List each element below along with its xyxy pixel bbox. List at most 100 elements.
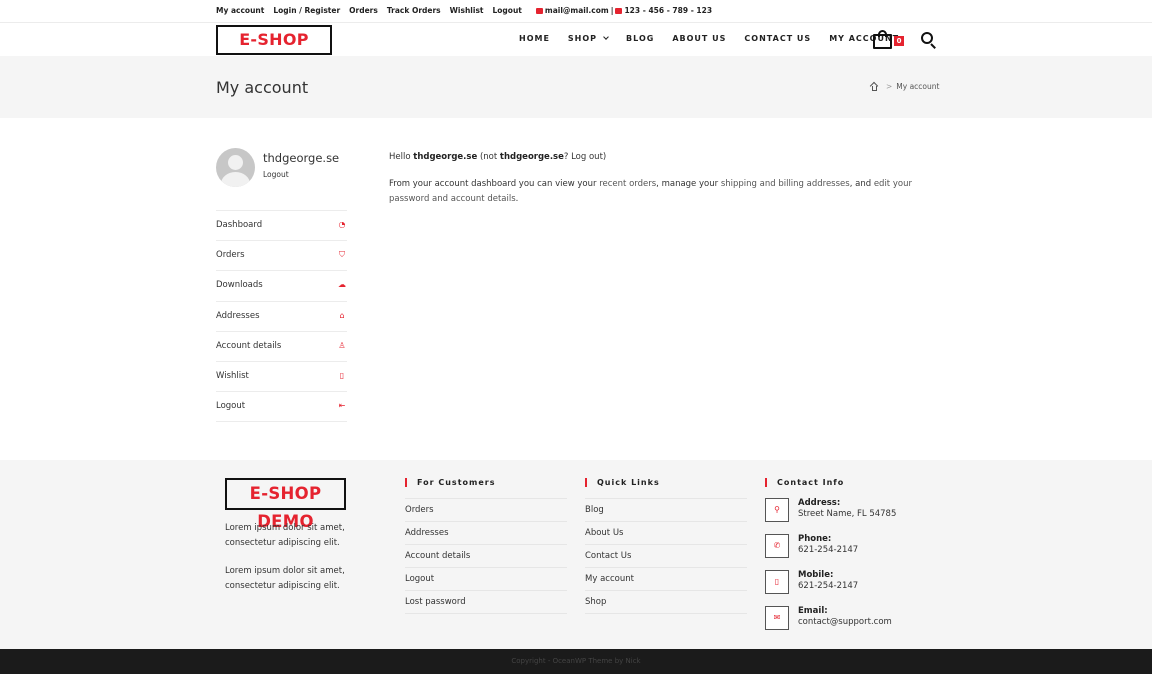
dashboard-text-4: . xyxy=(515,194,519,204)
contact-label: Email: xyxy=(798,606,828,616)
top-link-my-account[interactable]: My account xyxy=(216,6,264,15)
account-nav-dashboard[interactable]: Dashboard ◔ xyxy=(216,211,347,242)
nav-home[interactable]: HOME xyxy=(519,34,550,43)
top-email[interactable]: mail@mail.com xyxy=(545,6,609,15)
footer-link-about-us[interactable]: About Us xyxy=(585,522,747,545)
account-nav-label: Account details xyxy=(216,340,282,351)
contact-value: 621-254-2147 xyxy=(798,545,859,555)
phone-icon: ✆ xyxy=(765,534,789,558)
footer-text-1: Lorem ipsum dolor sit amet, consectetur … xyxy=(225,523,345,548)
greeting-logout-link[interactable]: Log out xyxy=(571,152,603,162)
footer-link-account-details[interactable]: Account details xyxy=(405,545,567,568)
user-icon: ♙ xyxy=(338,340,346,350)
nav-shop-label: SHOP xyxy=(567,34,598,43)
addresses-link[interactable]: shipping and billing addresses xyxy=(721,179,850,189)
footer-quick-links-title: Quick Links xyxy=(585,478,660,487)
bottom-bar: Copyright - OceanWP Theme by Nick xyxy=(0,649,1152,674)
footer-logo[interactable]: E-SHOP DEMO xyxy=(225,478,346,531)
account-nav-label: Dashboard xyxy=(216,220,263,230)
site-logo[interactable]: E-SHOP DEMO xyxy=(216,25,332,75)
chevron-down-icon xyxy=(603,34,609,40)
top-link-logout[interactable]: Logout xyxy=(493,6,522,15)
avatar xyxy=(216,148,255,187)
main-nav: HOME SHOP BLOG ABOUT US CONTACT US MY AC… xyxy=(519,34,917,43)
account-nav-addresses[interactable]: Addresses ⌂ xyxy=(216,302,347,332)
cart-button[interactable]: 0 xyxy=(873,30,905,50)
logout-icon: ⇤ xyxy=(338,401,346,411)
breadcrumb-separator: > xyxy=(886,82,893,91)
contact-label: Mobile: xyxy=(798,570,834,580)
page-title: My account xyxy=(216,78,309,97)
shopping-bag-icon xyxy=(873,34,892,49)
envelope-icon xyxy=(535,7,543,14)
greeting-close: ) xyxy=(602,152,607,162)
footer-link-shop[interactable]: Shop xyxy=(585,591,747,614)
cart-icon: ⛉ xyxy=(339,250,345,260)
account-nav-downloads[interactable]: Downloads ☁ xyxy=(216,271,347,302)
footer-quick-links-list: Blog About Us Contact Us My account Shop xyxy=(585,498,747,614)
copyright: Copyright - OceanWP Theme by Nick xyxy=(511,657,641,665)
dashboard-text-2: , manage your xyxy=(656,179,719,189)
dashboard-text-1: From your account dashboard you can view… xyxy=(389,179,597,189)
username: thdgeorge.se xyxy=(263,151,340,165)
footer-link-addresses[interactable]: Addresses xyxy=(405,522,567,545)
greeting-name: thdgeorge.se xyxy=(413,152,478,162)
contact-phone: ✆ Phone: 621-254-2147 xyxy=(765,534,935,558)
recent-orders-link[interactable]: recent orders xyxy=(599,179,656,189)
footer-link-contact-us[interactable]: Contact Us xyxy=(585,545,747,568)
envelope-icon: ✉ xyxy=(765,606,789,630)
top-link-wishlist[interactable]: Wishlist xyxy=(450,6,484,15)
home-icon: ⌂ xyxy=(339,310,345,320)
greeting-name-2: thdgeorge.se xyxy=(499,152,564,162)
user-logout-link[interactable]: Logout xyxy=(263,170,289,179)
top-phone: 123 - 456 - 789 - 123 xyxy=(624,6,713,15)
account-nav-label: Wishlist xyxy=(216,370,249,381)
account-nav-orders[interactable]: Orders ⛉ xyxy=(216,241,347,272)
top-link-orders[interactable]: Orders xyxy=(349,6,378,15)
account-navigation: Dashboard ◔ Orders ⛉ Downloads ☁ Address… xyxy=(216,210,347,423)
contact-email-link[interactable]: contact@support.com xyxy=(798,617,892,628)
footer-link-blog[interactable]: Blog xyxy=(585,499,747,522)
nav-about-us[interactable]: ABOUT US xyxy=(672,34,726,43)
page-header: My account > My account xyxy=(0,56,1152,118)
greeting-question: ? xyxy=(563,152,569,162)
top-contact: mail@mail.com | 123 - 456 - 789 - 123 xyxy=(535,6,713,15)
nav-blog[interactable]: BLOG xyxy=(626,34,654,43)
home-icon[interactable] xyxy=(869,81,879,91)
footer-contact-title: Contact Info xyxy=(765,478,844,487)
account-nav-logout[interactable]: Logout ⇤ xyxy=(216,392,347,423)
breadcrumb: > My account xyxy=(869,81,940,91)
mobile-icon: ▯ xyxy=(765,570,789,594)
footer-customers-title: For Customers xyxy=(405,478,495,487)
cart-count-badge: 0 xyxy=(894,36,904,46)
contact-label: Address: xyxy=(798,498,841,508)
account-nav-account-details[interactable]: Account details ♙ xyxy=(216,332,347,362)
top-bar: My account Login / Register Orders Track… xyxy=(0,0,1152,23)
top-bar-links: My account Login / Register Orders Track… xyxy=(216,6,712,15)
cloud-download-icon: ☁ xyxy=(338,280,346,290)
contact-email: ✉ Email: contact@support.com xyxy=(765,606,935,630)
account-content: Hello thdgeorge.se (not thdgeorge.se? Lo… xyxy=(389,150,929,219)
search-button[interactable] xyxy=(921,32,937,49)
top-link-login-register[interactable]: Login / Register xyxy=(273,6,340,15)
account-nav-label: Addresses xyxy=(216,310,260,321)
footer-link-lost-password[interactable]: Lost password xyxy=(405,591,567,614)
dashboard-description: From your account dashboard you can view… xyxy=(389,177,929,207)
footer-link-logout[interactable]: Logout xyxy=(405,568,567,591)
account-nav-label: Orders xyxy=(216,250,245,261)
nav-shop[interactable]: SHOP xyxy=(567,34,609,43)
site-footer: E-SHOP DEMO Lorem ipsum dolor sit amet, … xyxy=(0,460,1152,649)
phone-icon xyxy=(615,7,623,14)
nav-contact-us[interactable]: CONTACT US xyxy=(744,34,811,43)
breadcrumb-current: My account xyxy=(896,82,940,91)
account-nav-label: Logout xyxy=(216,401,246,412)
footer-link-my-account[interactable]: My account xyxy=(585,568,747,591)
contact-label: Phone: xyxy=(798,534,832,544)
account-nav-wishlist[interactable]: Wishlist ▯ xyxy=(216,362,347,393)
footer-customers-list: Orders Addresses Account details Logout … xyxy=(405,498,567,614)
top-link-track-orders[interactable]: Track Orders xyxy=(387,6,441,15)
greeting-not: (not xyxy=(479,152,498,162)
list-icon: ▯ xyxy=(339,370,345,380)
contact-value: Street Name, FL 54785 xyxy=(798,509,897,519)
footer-link-orders[interactable]: Orders xyxy=(405,499,567,522)
